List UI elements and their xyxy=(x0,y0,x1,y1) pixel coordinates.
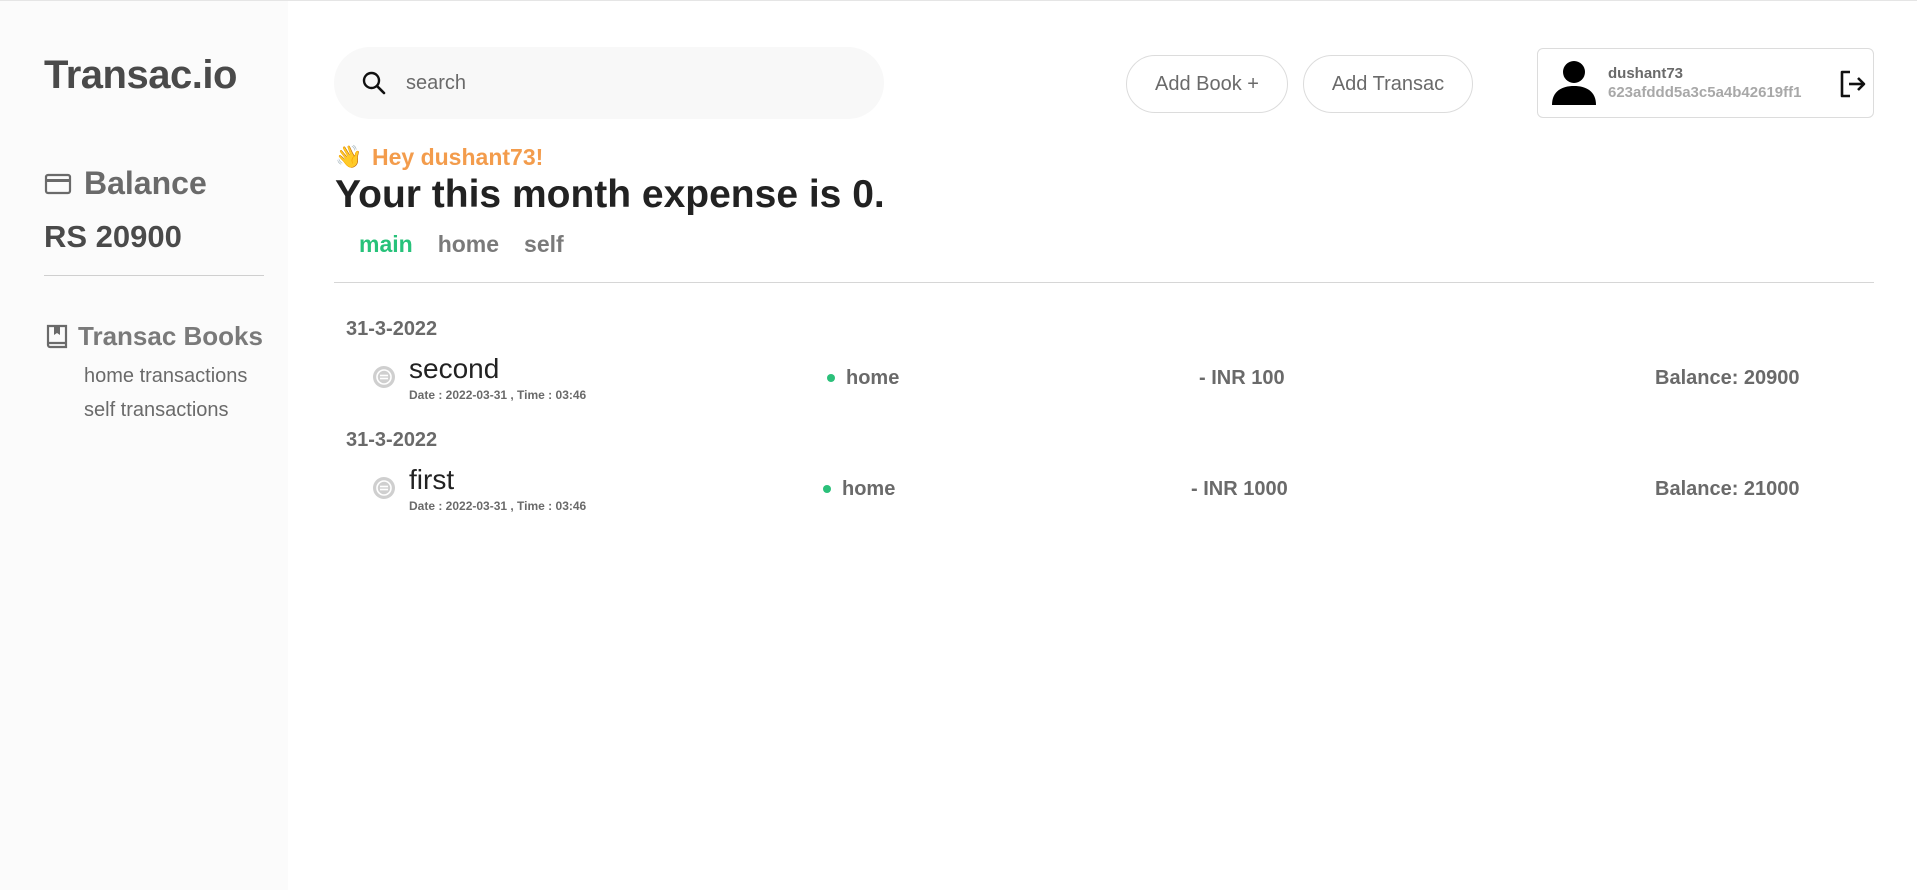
add-book-button[interactable]: Add Book + xyxy=(1126,55,1288,113)
balance-label: Balance xyxy=(84,165,207,201)
transaction-type-icon xyxy=(373,477,395,499)
tab-home[interactable]: home xyxy=(438,231,499,258)
sidebar: Transac.io Balance RS 20900 Transac Book… xyxy=(0,1,288,890)
logout-icon[interactable] xyxy=(1838,69,1868,99)
transaction-amount: - INR 1000 xyxy=(1191,478,1288,500)
balance-header: Balance xyxy=(44,165,207,202)
transaction-book: home xyxy=(846,367,900,389)
sidebar-item-self-transactions[interactable]: self transactions xyxy=(84,399,229,422)
search-icon xyxy=(362,71,386,95)
balance-value: RS 20900 xyxy=(44,219,182,254)
transaction-balance: Balance: 21000 xyxy=(1655,478,1800,500)
tab-self[interactable]: self xyxy=(524,231,564,258)
transaction-datetime: Date : 2022-03-31 , Time : 03:46 xyxy=(409,388,587,402)
transaction-book: home xyxy=(842,478,896,500)
sidebar-item-home-transactions[interactable]: home transactions xyxy=(84,365,247,388)
credit-card-icon xyxy=(44,173,72,194)
book-dot-icon xyxy=(823,485,831,493)
transaction-balance: Balance: 20900 xyxy=(1655,367,1800,389)
sidebar-divider xyxy=(44,275,264,276)
app-logo[interactable]: Transac.io xyxy=(44,53,237,98)
wave-emoji-icon: 👋 xyxy=(335,144,363,169)
transaction-title[interactable]: second xyxy=(409,353,499,385)
transaction-amount: - INR 100 xyxy=(1199,367,1285,389)
avatar-icon xyxy=(1552,61,1596,105)
transaction-date-header: 31-3-2022 xyxy=(346,429,438,451)
books-header: Transac Books xyxy=(44,321,263,352)
user-name: dushant73 xyxy=(1608,65,1684,82)
transaction-type-icon xyxy=(373,366,395,388)
tab-main[interactable]: main xyxy=(359,231,413,258)
user-id: 623afddd5a3c5a4b42619ff1 xyxy=(1608,84,1802,101)
page-title: Your this month expense is 0. xyxy=(335,173,885,216)
add-transac-button[interactable]: Add Transac xyxy=(1303,55,1473,113)
search-box[interactable] xyxy=(334,47,884,119)
book-dot-icon xyxy=(827,374,835,382)
search-input[interactable] xyxy=(406,71,806,95)
content-divider xyxy=(334,282,1874,283)
greeting-text: Hey dushant73! xyxy=(372,144,544,170)
books-label: Transac Books xyxy=(78,321,263,351)
transaction-date-header: 31-3-2022 xyxy=(346,318,438,340)
book-icon xyxy=(46,324,68,348)
book-tabs: main home self xyxy=(359,231,589,258)
user-card: dushant73 623afddd5a3c5a4b42619ff1 xyxy=(1537,48,1874,118)
transaction-datetime: Date : 2022-03-31 , Time : 03:46 xyxy=(409,499,587,513)
transaction-title[interactable]: first xyxy=(409,464,454,496)
